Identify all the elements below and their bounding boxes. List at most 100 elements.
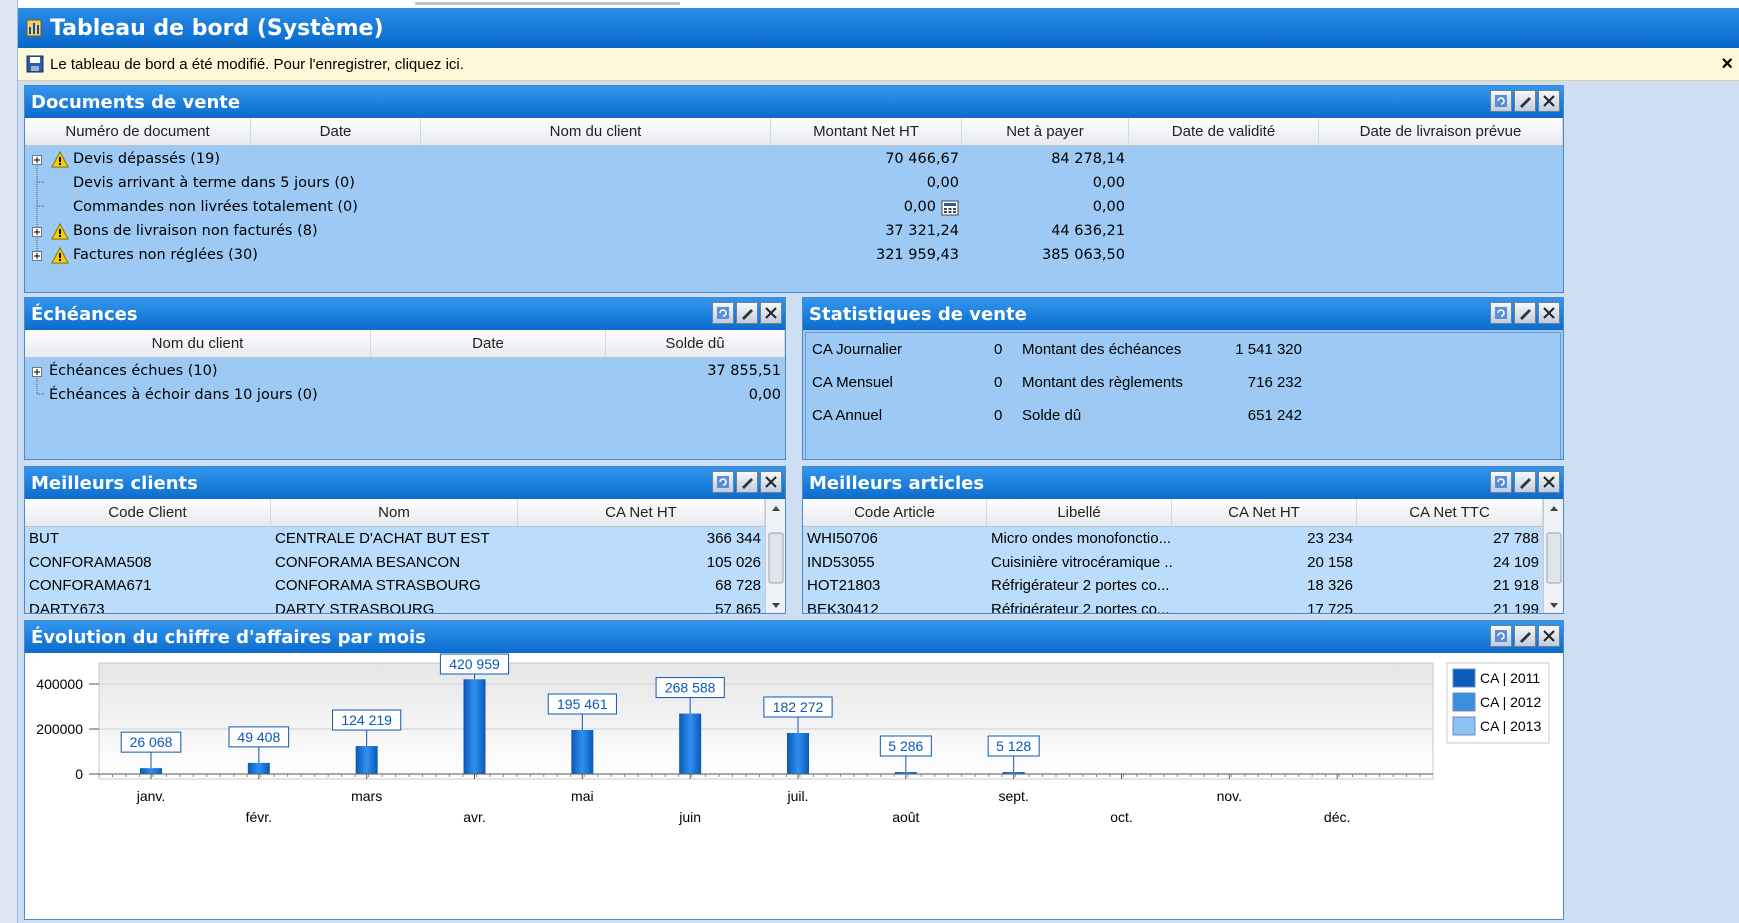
- warning-icon: [51, 247, 69, 264]
- table-row[interactable]: DARTY673 DARTY STRASBOURG 57 865: [25, 598, 785, 613]
- edit-button[interactable]: [1514, 90, 1536, 112]
- articles-scrollbar[interactable]: [1543, 499, 1563, 613]
- refresh-icon: [1495, 476, 1507, 488]
- col-code-client[interactable]: Code Client: [25, 499, 271, 526]
- col-validite[interactable]: Date de validité: [1129, 118, 1319, 145]
- refresh-button[interactable]: [1490, 302, 1512, 324]
- cell-code: IND53055: [807, 553, 875, 571]
- table-row[interactable]: CONFORAMA508 CONFORAMA BESANCON 105 026: [25, 551, 785, 575]
- table-row[interactable]: HOT21803 Réfrigérateur 2 portes co... 18 3…: [803, 574, 1563, 598]
- cell-ca-ht: 17 725: [1307, 600, 1353, 614]
- close-panel-button[interactable]: [1538, 625, 1560, 647]
- legend-swatch: [1452, 692, 1476, 712]
- title-bar: Tableau de bord (Système): [18, 8, 1739, 48]
- bar: [787, 732, 809, 774]
- edit-button[interactable]: [1514, 302, 1536, 324]
- y-tick-label: 0: [75, 766, 83, 782]
- save-notice[interactable]: Le tableau de bord a été modifié. Pour l…: [18, 48, 1739, 81]
- plot-area: [98, 662, 1434, 780]
- tab-indicator: [415, 2, 680, 5]
- panel-header: Échéances: [25, 298, 785, 330]
- close-icon: [765, 307, 777, 319]
- table-row[interactable]: WHI50706 Micro ondes monofonctio... 23 234…: [803, 527, 1563, 551]
- col-ca-net-ht[interactable]: CA Net HT: [518, 499, 765, 526]
- col-date[interactable]: Date: [251, 118, 421, 145]
- table-row[interactable]: CONFORAMA671 CONFORAMA STRASBOURG 68 728: [25, 574, 785, 598]
- notice-text[interactable]: Le tableau de bord a été modifié. Pour l…: [50, 56, 464, 73]
- table-row[interactable]: IND53055 Cuisinière vitrocéramique ... 20 …: [803, 551, 1563, 575]
- close-panel-button[interactable]: [1538, 302, 1560, 324]
- expand-icon[interactable]: [32, 227, 42, 237]
- col-numero[interactable]: Numéro de document: [25, 118, 251, 145]
- tree-row[interactable]: Bons de livraison non facturés (8) 37 32…: [25, 220, 1563, 244]
- cell-ca-ttc: 27 788: [1493, 530, 1539, 548]
- panel-title: Meilleurs articles: [809, 472, 985, 494]
- col-ca-net-ht[interactable]: CA Net HT: [1172, 499, 1357, 526]
- row-label: Devis arrivant à terme dans 5 jours (0): [73, 175, 355, 191]
- refresh-button[interactable]: [1490, 625, 1512, 647]
- pencil-icon: [1520, 309, 1531, 320]
- edit-button[interactable]: [736, 302, 758, 324]
- calculator-icon[interactable]: [941, 200, 959, 216]
- clients-scrollbar[interactable]: [765, 499, 785, 613]
- col-nom[interactable]: Nom: [271, 499, 518, 526]
- data-label: 182 272: [773, 699, 824, 715]
- close-icon: [1543, 95, 1555, 107]
- col-code-article[interactable]: Code Article: [803, 499, 987, 526]
- data-label: 420 959: [449, 656, 500, 672]
- close-panel-button[interactable]: [760, 302, 782, 324]
- tree-row[interactable]: Devis dépassés (19) 70 466,67 84 278,14: [25, 148, 1563, 172]
- column-headers: Numéro de document Date Nom du client Mo…: [25, 118, 1563, 146]
- stat-value: 651 242: [1247, 407, 1302, 424]
- tree-row[interactable]: Devis arrivant à terme dans 5 jours (0) …: [25, 172, 1563, 196]
- col-net[interactable]: Net à payer: [962, 118, 1129, 145]
- tree-row[interactable]: Échéances échues (10) 37 855,51: [25, 360, 785, 384]
- tree-row[interactable]: Commandes non livrées totalement (0) 0,0…: [25, 196, 1563, 220]
- panel-title: Meilleurs clients: [31, 472, 198, 494]
- expand-icon[interactable]: [32, 251, 42, 261]
- refresh-button[interactable]: [712, 471, 734, 493]
- refresh-button[interactable]: [1490, 90, 1512, 112]
- col-solde[interactable]: Solde dû: [606, 330, 785, 357]
- panel-title: Documents de vente: [31, 91, 241, 113]
- dashboard-icon: [26, 19, 42, 37]
- panel-title: Statistiques de vente: [809, 303, 1027, 325]
- edit-button[interactable]: [736, 471, 758, 493]
- x-tick-label: nov.: [1217, 788, 1242, 804]
- edit-button[interactable]: [1514, 471, 1536, 493]
- cell-code: HOT21803: [807, 577, 881, 595]
- stats-grid: CA Journalier 0 Montant des échéances 1 …: [805, 332, 1561, 459]
- legend-label: CA | 2013: [1480, 718, 1541, 734]
- row-montant: 0,00: [903, 199, 936, 215]
- refresh-button[interactable]: [712, 302, 734, 324]
- col-montant[interactable]: Montant Net HT: [771, 118, 962, 145]
- expand-icon[interactable]: [32, 155, 42, 165]
- tree-row[interactable]: Échéances à échoir dans 10 jours (0) 0,0…: [25, 384, 785, 408]
- revenue-chart: 26 068 49 408 124 219 420 959 195 461 268 588…: [36, 653, 1550, 825]
- close-icon: [1543, 307, 1555, 319]
- top-strip: [0, 0, 1739, 8]
- close-panel-button[interactable]: [760, 471, 782, 493]
- close-panel-button[interactable]: [1538, 471, 1560, 493]
- refresh-button[interactable]: [1490, 471, 1512, 493]
- row-label: Commandes non livrées totalement (0): [73, 199, 358, 215]
- table-row[interactable]: BEK30412 Réfrigérateur 2 portes co... 17 7…: [803, 598, 1563, 614]
- col-nom-client[interactable]: Nom du client: [421, 118, 771, 145]
- data-label: 5 286: [888, 738, 923, 754]
- expand-icon[interactable]: [32, 367, 42, 377]
- table-row[interactable]: BUT CENTRALE D'ACHAT BUT EST 366 344: [25, 527, 785, 551]
- col-livraison[interactable]: Date de livraison prévue: [1319, 118, 1563, 145]
- tree-row[interactable]: Factures non réglées (30) 321 959,43 385…: [25, 244, 1563, 268]
- close-icon: [765, 476, 777, 488]
- x-tick-label: févr.: [246, 809, 272, 825]
- edit-button[interactable]: [1514, 625, 1536, 647]
- col-date[interactable]: Date: [371, 330, 606, 357]
- close-icon[interactable]: ×: [1721, 53, 1733, 76]
- col-libelle[interactable]: Libellé: [987, 499, 1172, 526]
- close-panel-button[interactable]: [1538, 90, 1560, 112]
- col-nom-client[interactable]: Nom du client: [25, 330, 371, 357]
- panel-header: Statistiques de vente: [803, 298, 1563, 330]
- sales-stats-panel: Statistiques de vente CA Journalier 0 Mo…: [802, 297, 1564, 460]
- cell-libelle: Micro ondes monofonctio...: [991, 530, 1172, 548]
- col-ca-net-ttc[interactable]: CA Net TTC: [1357, 499, 1543, 526]
